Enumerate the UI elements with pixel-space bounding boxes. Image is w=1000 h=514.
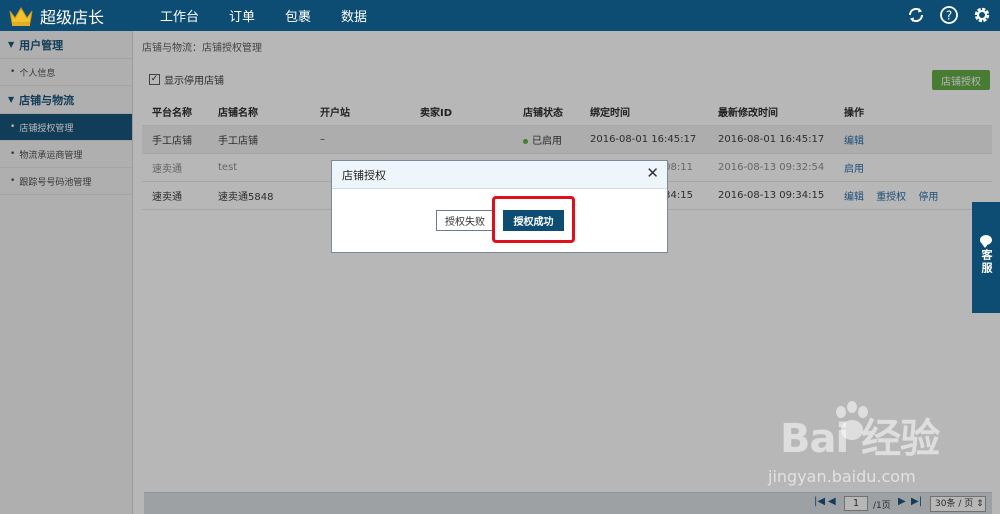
auth-failed-button[interactable]: 授权失败 — [436, 210, 494, 231]
main-nav: 工作台 订单 包裹 数据 — [160, 0, 397, 31]
close-icon[interactable]: ✕ — [646, 166, 659, 181]
watermark-url: jingyan.baidu.com — [768, 467, 916, 486]
auth-success-button[interactable]: 授权成功 — [503, 210, 564, 231]
brand[interactable]: 超级店长 — [8, 0, 104, 31]
nav-packages[interactable]: 包裹 — [285, 6, 311, 25]
svg-text:?: ? — [946, 9, 952, 23]
customer-service-tab[interactable]: 客服 — [972, 202, 1000, 313]
top-bar: 超级店长 工作台 订单 包裹 数据 ? — [0, 0, 1000, 31]
store-auth-dialog: 店铺授权 ✕ 授权失败 授权成功 — [331, 160, 668, 253]
crown-logo-icon — [9, 6, 33, 26]
nav-workbench[interactable]: 工作台 — [160, 6, 199, 25]
brand-name: 超级店长 — [40, 7, 105, 27]
refresh-icon[interactable] — [904, 3, 928, 27]
help-icon[interactable]: ? — [937, 3, 961, 27]
chat-bubble-icon — [980, 235, 992, 248]
nav-orders[interactable]: 订单 — [229, 6, 255, 25]
customer-service-label: 客服 — [980, 249, 993, 275]
dialog-header: 店铺授权 — [332, 161, 667, 189]
nav-data[interactable]: 数据 — [341, 6, 367, 25]
watermark-brand: Bai 经验 — [780, 416, 940, 462]
settings-icon[interactable] — [970, 3, 994, 27]
dialog-title: 店铺授权 — [342, 168, 386, 182]
top-icons: ? — [895, 3, 994, 27]
baidu-watermark: Bai 经验 jingyan.baidu.com — [760, 400, 960, 500]
